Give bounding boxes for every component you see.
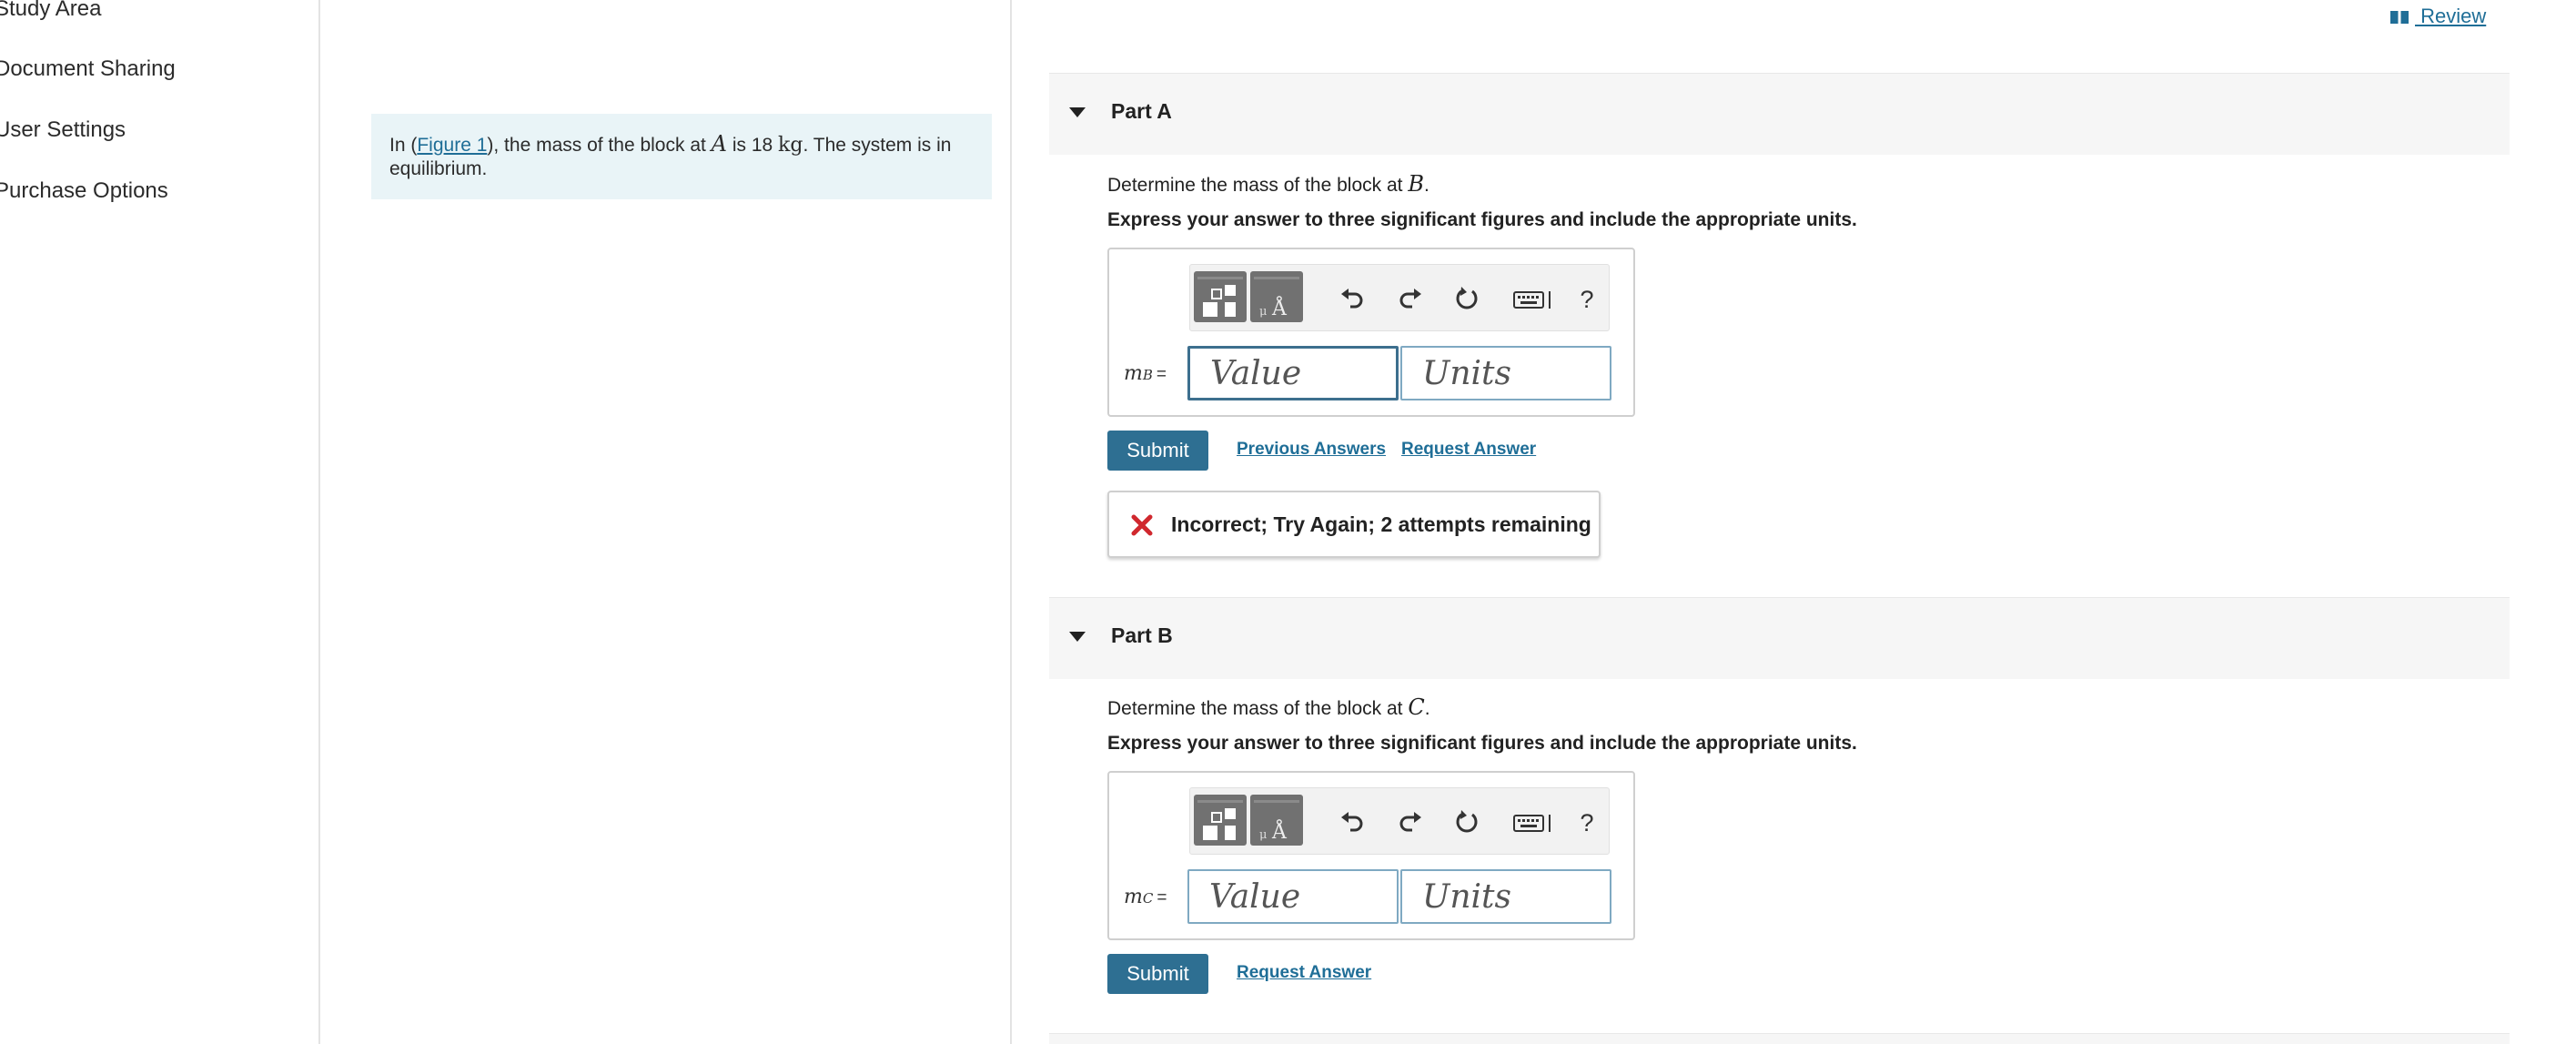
math-toolbar: μ Å ? — [1189, 264, 1610, 331]
svg-text:μ: μ — [1259, 828, 1267, 842]
question-suffix: . — [1424, 698, 1430, 719]
error-x-icon — [1131, 514, 1153, 536]
caret-down-icon — [1069, 632, 1086, 642]
question-suffix: . — [1423, 175, 1429, 196]
part-a-header[interactable]: Part A — [1049, 73, 2510, 155]
next-part-header[interactable] — [1049, 1033, 2510, 1044]
keyboard-icon[interactable] — [1512, 283, 1554, 316]
question-var-c: C — [1408, 694, 1425, 720]
units-symbols-icon[interactable]: μ Å — [1250, 271, 1303, 322]
math-toolbar: μ Å ? — [1189, 787, 1610, 855]
submit-button[interactable]: Submit — [1107, 954, 1208, 994]
templates-icon[interactable] — [1194, 271, 1247, 322]
part-a-answer-box: μ Å ? mB = — [1107, 248, 1635, 417]
nav-item-study-area[interactable]: Study Area — [0, 0, 101, 22]
intro-is: is 18 — [727, 135, 779, 156]
undo-icon[interactable] — [1336, 283, 1369, 316]
part-b-answer-box: μ Å ? mC = — [1107, 771, 1635, 940]
keyboard-icon[interactable] — [1512, 806, 1554, 839]
review-link[interactable]: Review — [2389, 5, 2486, 28]
var-symbol: m — [1124, 886, 1143, 908]
problem-intro: In (Figure 1), the mass of the block at … — [371, 114, 992, 199]
part-b-title: Part B — [1111, 623, 1173, 647]
var-symbol: m — [1124, 362, 1143, 385]
units-input[interactable] — [1400, 346, 1611, 400]
redo-icon[interactable] — [1394, 806, 1427, 839]
figure-link[interactable]: Figure 1 — [417, 135, 487, 156]
help-icon[interactable]: ? — [1571, 806, 1603, 839]
undo-icon[interactable] — [1336, 806, 1369, 839]
redo-icon[interactable] — [1394, 283, 1427, 316]
part-a-instruction: Express your answer to three significant… — [1107, 209, 1857, 230]
question-var-b: B — [1408, 171, 1424, 197]
value-input[interactable] — [1187, 869, 1399, 924]
intro-prefix: In ( — [389, 135, 418, 156]
nav-item-purchase-options[interactable]: Purchase Options — [0, 178, 168, 204]
intro-mid: ), the mass of the block at — [487, 135, 712, 156]
help-icon[interactable]: ? — [1571, 283, 1603, 316]
svg-text:Å: Å — [1271, 295, 1288, 320]
units-input[interactable] — [1400, 869, 1611, 924]
variable-label-mc: mC = — [1124, 886, 1167, 908]
value-input[interactable] — [1187, 346, 1399, 400]
feedback-box: Incorrect; Try Again; 2 attempts remaini… — [1107, 491, 1601, 558]
question-prefix: Determine the mass of the block at — [1107, 175, 1409, 196]
equals-sign: = — [1156, 365, 1167, 384]
request-answer-link[interactable]: Request Answer — [1401, 440, 1536, 460]
problem-column: In (Figure 1), the mass of the block at … — [320, 0, 1012, 1044]
var-subscript: B — [1142, 367, 1153, 383]
templates-icon[interactable] — [1194, 795, 1247, 846]
part-b-instruction: Express your answer to three significant… — [1107, 733, 1857, 754]
unit-kg: kg — [778, 134, 803, 157]
question-prefix: Determine the mass of the block at — [1107, 698, 1409, 719]
request-answer-link[interactable]: Request Answer — [1237, 963, 1371, 983]
submit-button[interactable]: Submit — [1107, 431, 1208, 471]
units-symbols-icon[interactable]: μ Å — [1250, 795, 1303, 846]
nav-item-document-sharing[interactable]: Document Sharing — [0, 56, 176, 82]
reset-icon[interactable] — [1450, 283, 1483, 316]
part-a-question: Determine the mass of the block at B. — [1107, 171, 1429, 197]
part-a-title: Part A — [1111, 99, 1172, 123]
caret-down-icon — [1069, 107, 1086, 117]
nav-item-user-settings[interactable]: User Settings — [0, 117, 126, 143]
book-icon — [2390, 11, 2409, 24]
previous-answers-link[interactable]: Previous Answers — [1237, 440, 1386, 460]
feedback-message: Incorrect; Try Again; 2 attempts remaini… — [1171, 512, 1591, 536]
var-subscript: C — [1142, 890, 1154, 907]
svg-text:μ: μ — [1259, 305, 1267, 319]
review-label: Review — [2415, 5, 2487, 27]
left-navigation: Study Area Document Sharing User Setting… — [0, 0, 320, 1044]
reset-icon[interactable] — [1450, 806, 1483, 839]
equals-sign: = — [1157, 888, 1167, 907]
svg-text:Å: Å — [1271, 818, 1288, 844]
variable-label-mb: mB = — [1124, 362, 1167, 385]
part-b-header[interactable]: Part B — [1049, 597, 2510, 679]
var-a: A — [711, 131, 728, 157]
part-b-question: Determine the mass of the block at C. — [1107, 694, 1430, 720]
